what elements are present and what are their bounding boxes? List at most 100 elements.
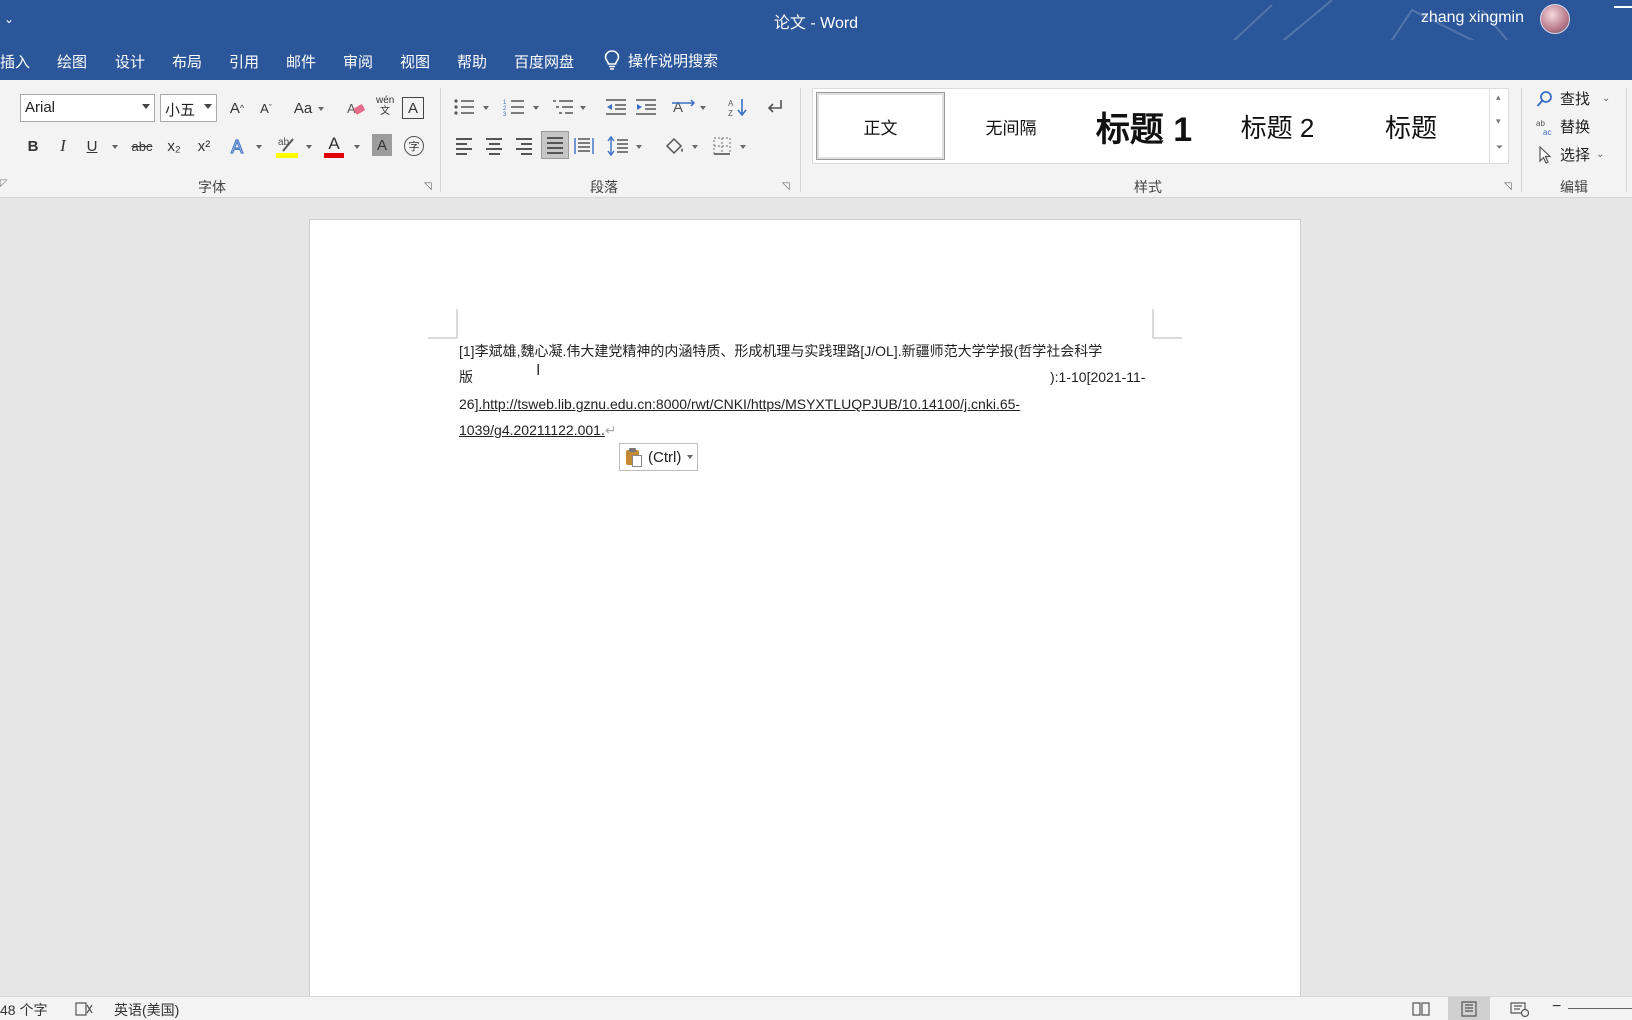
superscript-button[interactable]: x² <box>192 133 216 159</box>
distributed-button[interactable] <box>572 133 596 159</box>
chevron-down-icon[interactable] <box>306 145 312 149</box>
font-color-icon: A <box>328 133 340 153</box>
chevron-down-icon[interactable] <box>483 106 489 110</box>
align-left-button[interactable] <box>452 133 476 159</box>
dialog-launcher-icon[interactable]: ◹ <box>424 181 432 192</box>
tab-references[interactable]: 引用 <box>229 51 259 72</box>
phonetic-guide-button[interactable]: wén 文 <box>372 93 398 119</box>
chinese-layout-button[interactable]: A <box>670 94 696 120</box>
zoom-out-icon[interactable]: − <box>1552 998 1561 1016</box>
reference-line-4[interactable]: 1039/g4.20211122.001.↵ <box>459 420 617 440</box>
chevron-down-icon[interactable] <box>692 145 698 149</box>
replace-button[interactable]: ab ac 替换 <box>1536 116 1590 137</box>
chevron-down-icon[interactable] <box>112 145 118 149</box>
proofing-icon[interactable] <box>74 1001 94 1017</box>
reference-line-2-left[interactable]: 版 <box>459 367 473 387</box>
chevron-down-icon[interactable] <box>636 145 642 149</box>
align-center-button[interactable] <box>482 133 506 159</box>
italic-button[interactable]: I <box>52 133 74 159</box>
highlight-button[interactable]: ab <box>274 131 300 161</box>
font-name-combo[interactable]: Arial <box>20 94 155 122</box>
style-normal[interactable]: 正文 <box>816 92 945 160</box>
dialog-launcher-icon[interactable]: ◹ <box>782 181 790 192</box>
bold-button[interactable]: B <box>22 133 44 159</box>
minimize-icon[interactable] <box>1614 6 1632 8</box>
reference-line-3[interactable]: 26].http://tsweb.lib.gznu.edu.cn:8000/rw… <box>459 394 1020 414</box>
borders-icon <box>713 137 731 155</box>
tab-design[interactable]: 设计 <box>115 51 145 72</box>
tab-insert[interactable]: 插入 <box>0 51 30 72</box>
reference-url-part-2[interactable]: 1039/g4.20211122.001. <box>459 422 605 438</box>
font-size-value: 小五 <box>165 102 196 119</box>
avatar[interactable] <box>1540 4 1570 34</box>
strikethrough-button[interactable]: abc <box>128 133 156 159</box>
align-right-button[interactable] <box>512 133 536 159</box>
borders-button[interactable] <box>710 133 734 159</box>
reference-line-2-right[interactable]: ):1-10[2021-11- <box>1050 367 1145 387</box>
numbering-button[interactable]: 123 <box>502 94 526 120</box>
chevron-down-icon[interactable] <box>740 145 746 149</box>
paste-options-button[interactable]: (Ctrl) <box>619 443 698 471</box>
tab-help[interactable]: 帮助 <box>457 51 487 72</box>
language-indicator[interactable]: 英语(美国) <box>114 1000 179 1020</box>
change-case-button[interactable]: Aa <box>290 95 316 121</box>
find-button[interactable]: 查找 ⌄ <box>1536 88 1610 109</box>
replace-label: 替换 <box>1560 119 1591 136</box>
tab-review[interactable]: 审阅 <box>343 51 373 72</box>
chevron-down-icon[interactable] <box>318 107 324 111</box>
clear-formatting-button[interactable]: A <box>344 95 368 121</box>
word-count[interactable]: 48 个字 <box>0 1000 47 1020</box>
shrink-font-button[interactable]: Aˇ <box>255 95 277 121</box>
line-spacing-button[interactable] <box>606 133 630 159</box>
eraser-icon: A <box>347 101 365 116</box>
increase-indent-button[interactable] <box>634 94 658 120</box>
character-shading-button[interactable]: A <box>372 134 392 156</box>
sort-button[interactable]: AZ <box>726 94 750 120</box>
align-center-icon <box>486 137 502 155</box>
tab-baidu-netdisk[interactable]: 百度网盘 <box>514 51 574 72</box>
enclose-characters-button[interactable]: 字 <box>402 133 426 159</box>
chevron-down-icon[interactable] <box>256 145 262 149</box>
svg-text:A: A <box>673 99 683 116</box>
decrease-indent-button[interactable] <box>604 94 628 120</box>
tab-view[interactable]: 视图 <box>400 51 430 72</box>
shading-button[interactable] <box>662 133 686 159</box>
underline-button[interactable]: U <box>81 133 103 159</box>
style-no-spacing[interactable]: 无间隔 <box>946 92 1076 160</box>
zoom-slider[interactable] <box>1568 1008 1632 1009</box>
reference-url-part-1[interactable]: .http://tsweb.lib.gznu.edu.cn:8000/rwt/C… <box>478 396 1020 412</box>
text-effects-button[interactable]: A <box>228 133 250 159</box>
grow-font-button[interactable]: A ^ <box>226 95 248 121</box>
tell-me-search[interactable]: 操作说明搜索 <box>604 48 718 72</box>
style-heading-2[interactable]: 标题 2 <box>1212 92 1343 160</box>
scroll-down-icon[interactable]: ▾ <box>1496 116 1501 127</box>
font-color-button[interactable]: A <box>322 131 346 161</box>
tab-layout[interactable]: 布局 <box>172 51 202 72</box>
justify-button[interactable] <box>541 131 569 159</box>
font-size-combo[interactable]: 小五 <box>160 94 217 122</box>
chevron-down-icon[interactable] <box>354 145 360 149</box>
chevron-down-icon[interactable] <box>700 106 706 110</box>
chevron-down-icon[interactable] <box>533 106 539 110</box>
scroll-up-icon[interactable]: ▴ <box>1496 92 1501 103</box>
reference-line-1[interactable]: [1]李斌雄,魏心凝.伟大建党精神的内涵特质、形成机理与实践理路[J/OL].新… <box>459 341 1102 361</box>
tab-mailings[interactable]: 邮件 <box>286 51 316 72</box>
style-heading-1[interactable]: 标题 1 <box>1076 92 1212 160</box>
web-layout-button[interactable] <box>1498 997 1540 1020</box>
dialog-launcher-icon[interactable]: ◹ <box>1504 181 1512 192</box>
gallery-more-icon[interactable]: ⏷ <box>1496 142 1503 153</box>
subscript-button[interactable]: x₂ <box>162 133 186 159</box>
style-title[interactable]: 标题 <box>1343 92 1479 160</box>
show-formatting-marks-button[interactable] <box>762 94 786 120</box>
tab-draw[interactable]: 绘图 <box>57 51 87 72</box>
read-mode-button[interactable] <box>1400 997 1442 1020</box>
chevron-down-icon[interactable] <box>580 106 586 110</box>
tell-me-label: 操作说明搜索 <box>628 52 719 70</box>
print-layout-button[interactable] <box>1448 997 1490 1020</box>
character-border-button[interactable]: A <box>402 97 424 119</box>
select-button[interactable]: 选择 ⌄ <box>1536 144 1604 165</box>
multilevel-list-button[interactable] <box>551 94 575 120</box>
user-name[interactable]: zhang xingmin <box>1421 9 1524 27</box>
bullets-button[interactable] <box>452 94 476 120</box>
line-spacing-icon <box>607 136 628 156</box>
